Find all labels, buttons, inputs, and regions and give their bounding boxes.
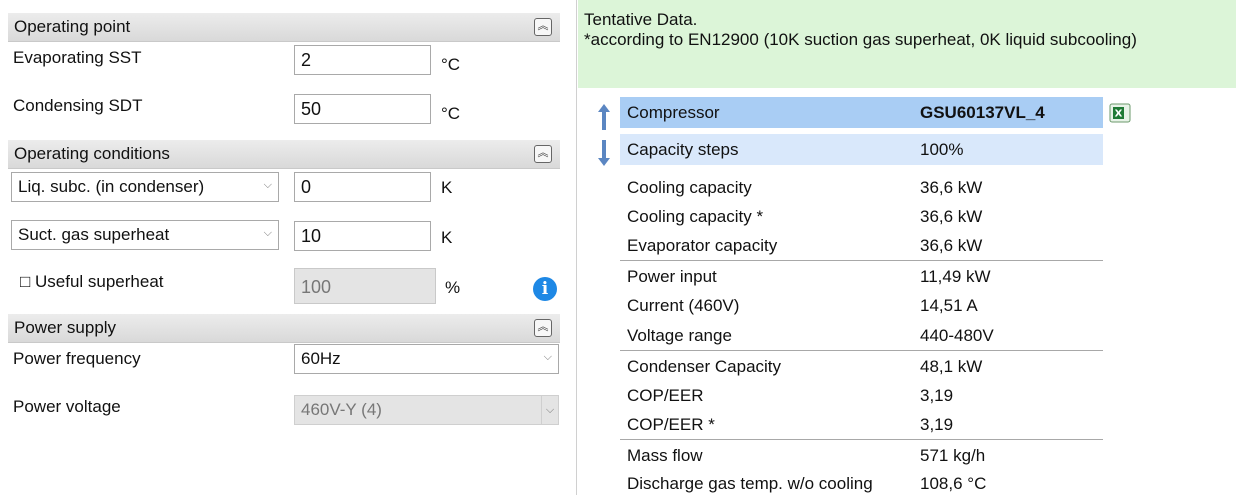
- chevron-down-icon: ⌵: [263, 227, 272, 239]
- row-label: Discharge gas temp. w/o cooling: [627, 474, 873, 493]
- power-voltage-select[interactable]: 460V-Y (4) ⌵: [294, 395, 559, 425]
- panel-divider: [576, 0, 577, 495]
- row-value: 3,19: [920, 386, 954, 405]
- suction-superheat-unit: K: [441, 228, 453, 247]
- power-frequency-select[interactable]: 60Hz ⌵: [294, 344, 559, 374]
- row-label: Evaporator capacity: [627, 236, 778, 255]
- notice-line-2: *according to EN12900 (10K suction gas s…: [584, 30, 1137, 49]
- section-title: Power supply: [14, 318, 117, 337]
- suction-superheat-select[interactable]: Suct. gas superheat ⌵: [11, 220, 279, 250]
- section-operating-point[interactable]: Operating point ︽: [8, 13, 560, 42]
- evaporating-sst-label: Evaporating SST: [13, 48, 142, 67]
- row-value: 571 kg/h: [920, 446, 986, 465]
- row-value: 11,49 kW: [920, 267, 991, 286]
- power-voltage-label: Power voltage: [13, 397, 121, 416]
- liquid-subcooling-select[interactable]: Liq. subc. (in condenser) ⌵: [11, 172, 279, 202]
- row-label: Voltage range: [627, 326, 732, 345]
- select-value: 60Hz: [301, 349, 341, 368]
- row-label: COP/EER: [627, 386, 704, 405]
- row-label: Mass flow: [627, 446, 703, 465]
- compressor-value: GSU60137VL_4: [920, 103, 1045, 122]
- useful-superheat-input[interactable]: 100: [294, 268, 436, 304]
- compressor-row: Compressor GSU60137VL_4: [620, 97, 1103, 128]
- chevron-down-icon: ⌵: [543, 351, 552, 363]
- capacity-steps-value: 100%: [920, 140, 964, 159]
- table-row: COP/EER * 3,19: [620, 409, 1103, 440]
- table-row: Cooling capacity * 36,6 kW: [620, 201, 1103, 232]
- row-value: 3,19: [920, 415, 954, 434]
- chevron-double-up-icon[interactable]: ︽: [534, 319, 552, 337]
- useful-superheat-unit: %: [445, 278, 461, 297]
- row-label: Cooling capacity: [627, 178, 752, 197]
- row-label: Condenser Capacity: [627, 357, 782, 376]
- table-row: Cooling capacity 36,6 kW: [620, 172, 1103, 203]
- row-value: 48,1 kW: [920, 357, 983, 376]
- row-label: Cooling capacity *: [627, 207, 764, 226]
- section-title: Operating conditions: [14, 144, 170, 163]
- section-title: Operating point: [14, 17, 131, 36]
- row-value: 36,6 kW: [920, 178, 983, 197]
- suction-superheat-input[interactable]: 10: [294, 221, 431, 251]
- condensing-sdt-unit: °C: [441, 104, 461, 123]
- power-frequency-label: Power frequency: [13, 349, 141, 368]
- liquid-subcooling-unit: K: [441, 178, 453, 197]
- section-operating-conditions[interactable]: Operating conditions ︽: [8, 140, 560, 169]
- condensing-sdt-input[interactable]: 50: [294, 94, 431, 124]
- compressor-label: Compressor: [627, 103, 720, 122]
- table-row: Current (460V) 14,51 A: [620, 290, 1103, 321]
- row-value: 36,6 kW: [920, 236, 983, 255]
- chevron-down-icon: ⌵: [541, 396, 558, 424]
- condensing-sdt-label: Condensing SDT: [13, 96, 143, 115]
- arrow-down-icon[interactable]: [598, 140, 610, 166]
- row-label: Power input: [627, 267, 717, 286]
- section-power-supply[interactable]: Power supply ︽: [8, 314, 560, 343]
- table-row: Voltage range 440-480V: [620, 320, 1103, 351]
- info-icon[interactable]: i: [533, 277, 557, 301]
- evaporating-sst-unit: °C: [441, 55, 461, 74]
- evaporating-sst-input[interactable]: 2: [294, 45, 431, 75]
- select-value: 460V-Y (4): [301, 400, 382, 419]
- table-row: Condenser Capacity 48,1 kW: [620, 351, 1103, 382]
- table-row: Mass flow 571 kg/h: [620, 440, 1103, 471]
- chevron-double-up-icon[interactable]: ︽: [534, 145, 552, 163]
- row-label: Current (460V): [627, 296, 740, 315]
- table-row: COP/EER 3,19: [620, 380, 1103, 411]
- row-value: 36,6 kW: [920, 207, 983, 226]
- svg-text:X: X: [1115, 109, 1123, 120]
- table-row: Evaporator capacity 36,6 kW: [620, 230, 1103, 261]
- excel-icon[interactable]: X: [1109, 102, 1131, 124]
- row-value: 440-480V: [920, 326, 994, 345]
- chevron-down-icon: ⌵: [263, 179, 272, 191]
- row-value: 14,51 A: [920, 296, 978, 315]
- row-label: COP/EER *: [627, 415, 715, 434]
- arrow-up-icon[interactable]: [598, 104, 610, 130]
- useful-superheat-checkbox[interactable]: □ Useful superheat: [20, 272, 164, 292]
- table-row: Power input 11,49 kW: [620, 261, 1103, 292]
- chevron-double-up-icon[interactable]: ︽: [534, 18, 552, 36]
- capacity-steps-row: Capacity steps 100%: [620, 134, 1103, 165]
- select-value: Liq. subc. (in condenser): [18, 177, 205, 196]
- liquid-subcooling-input[interactable]: 0: [294, 172, 431, 202]
- notice-line-1: Tentative Data.: [584, 10, 698, 29]
- capacity-steps-label: Capacity steps: [627, 140, 739, 159]
- select-value: Suct. gas superheat: [18, 225, 170, 244]
- tentative-data-notice: Tentative Data. *according to EN12900 (1…: [578, 0, 1236, 88]
- table-row: Discharge gas temp. w/o cooling 108,6 °C: [620, 469, 1103, 495]
- row-value: 108,6 °C: [920, 474, 987, 493]
